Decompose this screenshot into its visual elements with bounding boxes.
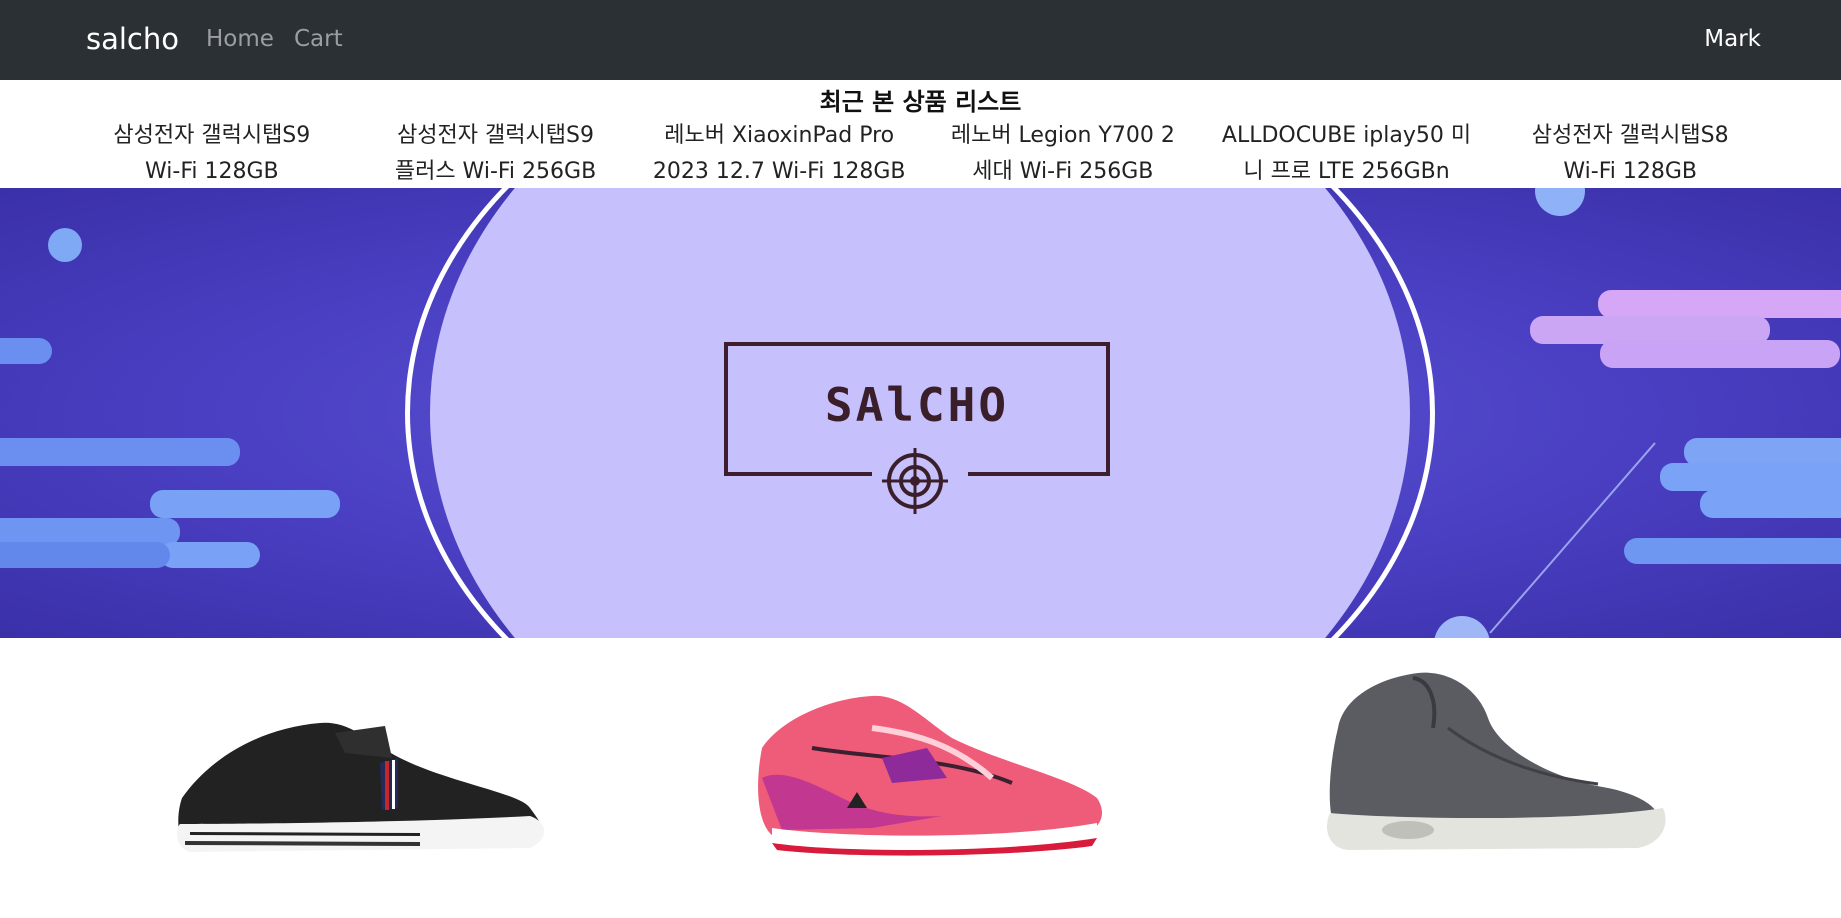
banner-cloud-decoration <box>150 490 340 518</box>
recent-product-name-line2: 2023 12.7 Wi-Fi 128GB <box>652 159 906 184</box>
recent-product-item[interactable]: ALLDOCUBE iplay50 미 니 프로 LTE 256GBn <box>1205 118 1489 188</box>
banner-logo-text: SAlCHO <box>824 378 1010 432</box>
recent-product-name-line2: Wi-Fi 128GB <box>1563 159 1697 184</box>
banner-cloud-decoration <box>1684 438 1841 466</box>
banner-cloud-decoration <box>160 542 260 568</box>
banner-cloud-decoration <box>1598 290 1841 318</box>
hero-banner: SAlCHO <box>0 188 1841 638</box>
nav-link-home[interactable]: Home <box>206 26 274 52</box>
banner-cloud-decoration <box>0 338 52 364</box>
banner-cloud-decoration <box>1700 490 1841 518</box>
target-icon <box>882 448 948 514</box>
brand-logo-link[interactable]: salcho <box>86 22 179 56</box>
nav-link-cart[interactable]: Cart <box>294 26 343 52</box>
recent-product-name-line1: 삼성전자 갤럭시탭S8 <box>1531 123 1729 148</box>
recent-product-item[interactable]: 삼성전자 갤럭시탭S8 Wi-Fi 128GB <box>1488 118 1772 188</box>
banner-cloud-decoration <box>0 438 240 466</box>
user-menu-link[interactable]: Mark <box>1704 26 1761 52</box>
banner-bubble-decoration <box>48 228 82 262</box>
recent-product-item[interactable]: 레노버 Legion Y700 2 세대 Wi-Fi 256GB <box>921 118 1205 188</box>
black-sneaker-image[interactable] <box>170 698 570 858</box>
banner-cloud-decoration <box>0 542 170 568</box>
banner-cloud-decoration <box>1600 340 1840 368</box>
gray-high-top-sneaker-image[interactable] <box>1318 658 1668 868</box>
recent-product-name-line1: 삼성전자 갤럭시탭S9 <box>397 123 594 148</box>
recent-products-list: 삼성전자 갤럭시탭S9 Wi-Fi 128GB 삼성전자 갤럭시탭S9 플러스 … <box>70 118 1772 188</box>
navbar: salcho Home Cart Mark <box>0 0 1841 80</box>
banner-line-decoration <box>1489 442 1656 634</box>
banner-bubble-decoration <box>1535 188 1585 216</box>
recent-product-name-line1: 레노버 Legion Y700 2 <box>950 123 1175 148</box>
recent-product-name-line2: 플러스 Wi-Fi 256GB <box>394 159 597 184</box>
recent-product-name-line1: ALLDOCUBE iplay50 미 <box>1221 123 1472 148</box>
recent-product-name-line2: 세대 Wi-Fi 256GB <box>972 159 1154 184</box>
recent-product-item[interactable]: 삼성전자 갤럭시탭S9 Wi-Fi 128GB <box>70 118 354 188</box>
recent-products-section: 최근 본 상품 리스트 삼성전자 갤럭시탭S9 Wi-Fi 128GB 삼성전자… <box>0 80 1841 188</box>
recent-product-name-line1: 삼성전자 갤럭시탭S9 <box>113 123 311 148</box>
recent-product-name-line1: 레노버 XiaoxinPad Pro <box>664 123 895 148</box>
recent-product-name-line2: 니 프로 LTE 256GBn <box>1243 159 1450 184</box>
recent-product-name-line2: Wi-Fi 128GB <box>145 159 279 184</box>
pink-running-shoe-image[interactable] <box>752 688 1107 858</box>
banner-cloud-decoration <box>1660 463 1841 491</box>
recent-product-item[interactable]: 삼성전자 갤럭시탭S9 플러스 Wi-Fi 256GB <box>354 118 638 188</box>
recent-products-title: 최근 본 상품 리스트 <box>819 88 1022 116</box>
product-grid <box>0 638 1841 918</box>
recent-product-item[interactable]: 레노버 XiaoxinPad Pro 2023 12.7 Wi-Fi 128GB <box>637 118 921 188</box>
